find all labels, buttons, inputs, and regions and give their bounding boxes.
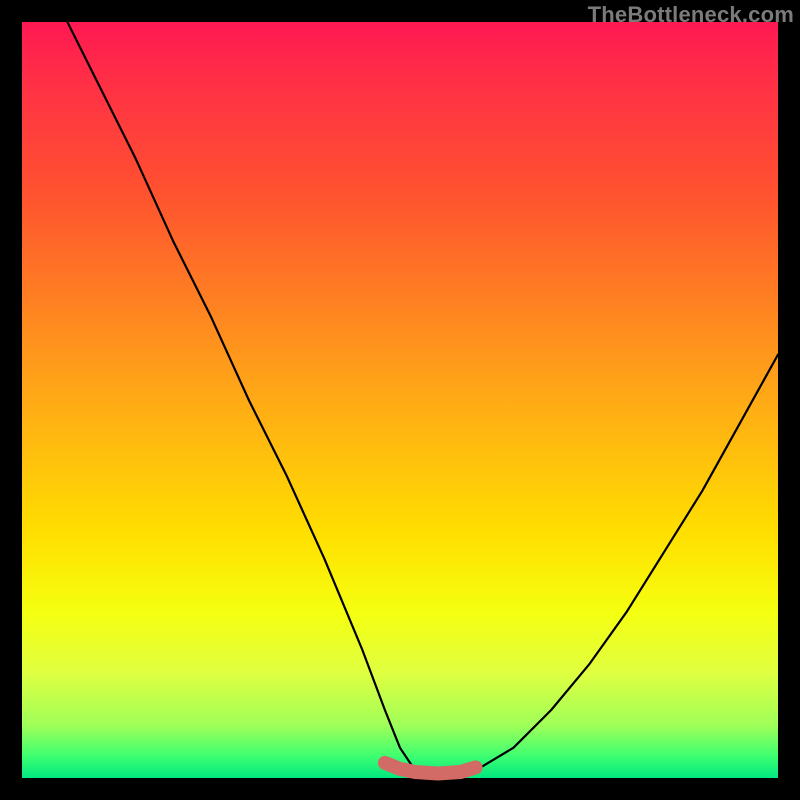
highlight-segment-line: [385, 763, 476, 774]
plot-area: [22, 22, 778, 778]
chart-svg: [22, 22, 778, 778]
bottleneck-curve-line: [67, 22, 778, 774]
chart-frame: TheBottleneck.com: [0, 0, 800, 800]
